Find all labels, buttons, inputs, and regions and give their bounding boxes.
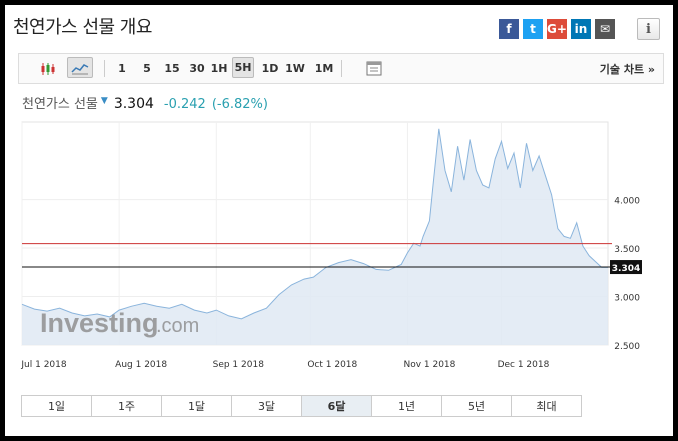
google-plus-icon[interactable]: G+ (547, 19, 567, 39)
period-button[interactable]: 1일 (21, 395, 92, 417)
info-icon: i (646, 21, 651, 37)
period-button[interactable]: 3달 (231, 395, 302, 417)
y-tick-label: 3.500 (614, 245, 640, 255)
x-tick-label: Aug 1 2018 (115, 360, 167, 370)
x-tick-label: Dec 1 2018 (498, 360, 550, 370)
email-icon[interactable]: ✉ (595, 19, 615, 39)
page-title: 천연가스 선물 개요 (13, 17, 152, 38)
period-button[interactable]: 1달 (161, 395, 232, 417)
share-bar: f t G+ in ✉ (499, 19, 615, 39)
candlestick-icon[interactable] (37, 54, 59, 83)
watermark-suffix: .com (156, 315, 199, 337)
interval-5h-button[interactable]: 5H (232, 57, 254, 78)
chart-toolbar: 1 5 15 30 1H 5H 1D 1W 1M 기술 차트 » (18, 53, 664, 84)
interval-30-button[interactable]: 30 (186, 54, 208, 83)
interval-1-button[interactable]: 1 (114, 54, 130, 83)
interval-1w-button[interactable]: 1W (283, 54, 307, 83)
info-button[interactable]: i (637, 18, 660, 40)
watermark-brand: Investing (40, 308, 159, 338)
interval-1m-button[interactable]: 1M (312, 54, 336, 83)
price-change-percent: (-6.82%) (211, 97, 268, 112)
widget-frame: 천연가스 선물 개요 f t G+ in ✉ i 1 5 15 30 1H 5H 1D 1W 1M (5, 5, 673, 436)
interval-5-button[interactable]: 5 (139, 54, 155, 83)
facebook-icon[interactable]: f (499, 19, 519, 39)
period-button[interactable]: 1주 (91, 395, 162, 417)
interval-15-button[interactable]: 15 (161, 54, 183, 83)
down-arrow-icon: ▼ (100, 96, 108, 106)
instrument-name: 천연가스 선물 (22, 97, 98, 112)
technical-chart-link[interactable]: 기술 차트 » (600, 54, 655, 83)
x-tick-label: Oct 1 2018 (307, 360, 357, 370)
last-price-label: 3.304 (612, 264, 640, 274)
quote-line: 천연가스 선물 ▼ 3.304 -0.242 (-6.82%) (22, 93, 268, 112)
x-tick-label: Jul 1 2018 (20, 360, 66, 370)
toolbar-divider (104, 60, 105, 77)
y-tick-label: 3.000 (614, 294, 640, 304)
interval-1d-button[interactable]: 1D (259, 54, 281, 83)
y-tick-label: 2.500 (614, 342, 640, 352)
y-tick-label: 4.000 (614, 197, 640, 207)
twitter-icon[interactable]: t (523, 19, 543, 39)
interval-1h-button[interactable]: 1H (209, 54, 229, 83)
chart-settings-icon[interactable] (363, 54, 385, 83)
period-button[interactable]: 5년 (441, 395, 512, 417)
price-chart[interactable]: Investing.com 4.000 3.500 3.000 2.500 3.304 Ju… (18, 117, 664, 379)
x-tick-label: Nov 1 2018 (403, 360, 455, 370)
x-tick-label: Sep 1 2018 (213, 360, 265, 370)
period-button[interactable]: 1년 (371, 395, 442, 417)
toolbar-divider (341, 60, 342, 77)
period-button[interactable]: 6달 (301, 395, 372, 417)
linkedin-icon[interactable]: in (571, 19, 591, 39)
last-price: 3.304 (113, 96, 154, 112)
period-button[interactable]: 최대 (511, 395, 582, 417)
price-change: -0.242 (163, 97, 206, 112)
period-selector: 1일 1주 1달 3달 6달 1년 5년 최대 (21, 395, 582, 417)
area-chart-icon[interactable] (67, 57, 93, 78)
